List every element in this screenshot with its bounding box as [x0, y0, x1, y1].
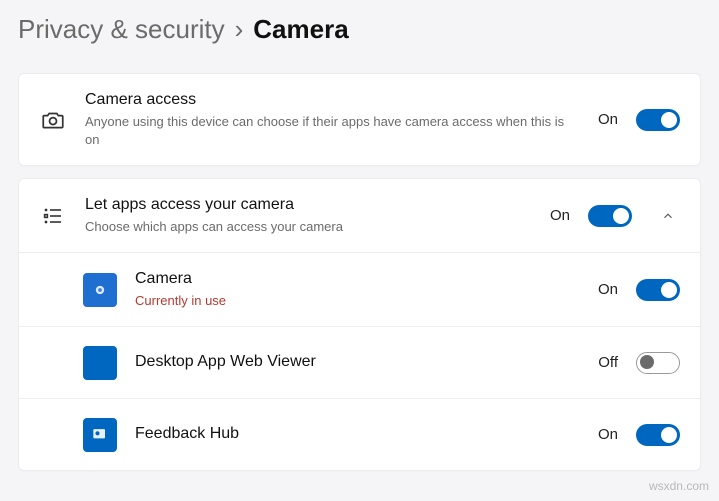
camera-access-title: Camera access	[85, 90, 580, 111]
camera-app-icon	[83, 273, 117, 307]
app-status: Off	[598, 354, 618, 371]
card-let-apps: Let apps access your camera Choose which…	[18, 178, 701, 471]
app-name: Desktop App Web Viewer	[135, 352, 580, 373]
app-row-desktop-web-viewer: Desktop App Web Viewer Off	[19, 326, 700, 398]
breadcrumb-current: Camera	[253, 14, 348, 45]
breadcrumb: Privacy & security › Camera	[18, 0, 701, 73]
camera-icon	[39, 107, 67, 133]
chevron-up-icon[interactable]	[656, 209, 680, 223]
camera-access-subtitle: Anyone using this device can choose if t…	[85, 113, 580, 149]
app-status: On	[598, 281, 618, 298]
app-status: On	[598, 426, 618, 443]
let-apps-toggle[interactable]	[588, 205, 632, 227]
app-toggle-desktop-web-viewer[interactable]	[636, 352, 680, 374]
feedback-hub-app-icon	[83, 418, 117, 452]
app-name: Camera	[135, 269, 580, 290]
camera-access-toggle[interactable]	[636, 109, 680, 131]
app-toggle-feedback-hub[interactable]	[636, 424, 680, 446]
card-camera-access: Camera access Anyone using this device c…	[18, 73, 701, 166]
chevron-right-icon: ›	[235, 14, 244, 45]
list-icon	[39, 204, 67, 228]
desktop-viewer-app-icon	[83, 346, 117, 380]
breadcrumb-parent[interactable]: Privacy & security	[18, 14, 225, 45]
app-row-camera: Camera Currently in use On	[19, 252, 700, 326]
let-apps-subtitle: Choose which apps can access your camera	[85, 218, 532, 236]
app-name: Feedback Hub	[135, 424, 580, 445]
app-toggle-camera[interactable]	[636, 279, 680, 301]
let-apps-title: Let apps access your camera	[85, 195, 532, 216]
watermark: wsxdn.com	[649, 479, 709, 493]
let-apps-status: On	[550, 207, 570, 224]
app-row-feedback-hub: Feedback Hub On	[19, 398, 700, 470]
app-sub: Currently in use	[135, 292, 580, 310]
camera-access-status: On	[598, 111, 618, 128]
